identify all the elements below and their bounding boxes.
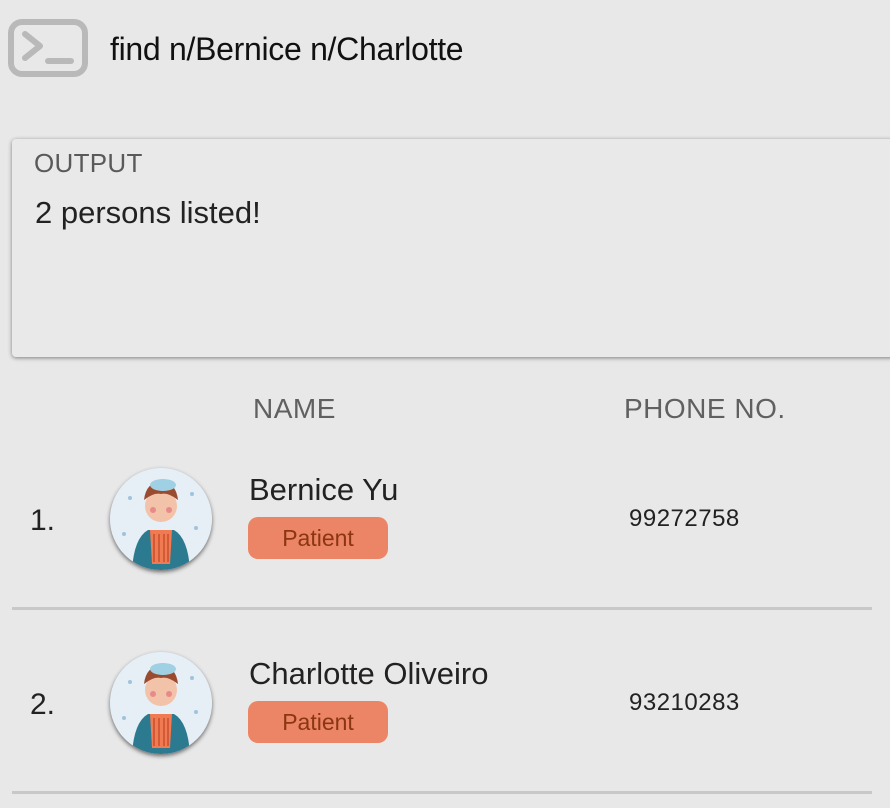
patient-tag: Patient bbox=[248, 701, 388, 743]
avatar bbox=[110, 468, 212, 570]
phone-column-header: PHONE NO. bbox=[624, 393, 786, 424]
patient-tag: Patient bbox=[248, 517, 388, 559]
row-index: 1. bbox=[30, 504, 56, 537]
output-panel: OUTPUT 2 persons listed! bbox=[12, 139, 890, 357]
name-column-header: NAME bbox=[253, 393, 336, 424]
person-phone: 99272758 bbox=[629, 505, 740, 532]
terminal-icon bbox=[8, 19, 88, 77]
person-name: Bernice Yu bbox=[249, 472, 399, 507]
patient-avatar-icon bbox=[110, 468, 212, 570]
person-name: Charlotte Oliveiro bbox=[249, 656, 489, 691]
person-row[interactable]: 2. Charlotte Oliveiro Patient 93210283 bbox=[0, 610, 890, 794]
person-row[interactable]: 1. Bernice Yu Patient 99272758 bbox=[0, 426, 890, 610]
output-message: 2 persons listed! bbox=[35, 195, 261, 230]
command-input[interactable] bbox=[110, 24, 870, 74]
command-bar bbox=[0, 0, 890, 100]
avatar bbox=[110, 652, 212, 754]
row-index: 2. bbox=[30, 688, 56, 721]
output-label: OUTPUT bbox=[34, 148, 143, 178]
person-phone: 93210283 bbox=[629, 689, 740, 716]
patient-avatar-icon bbox=[110, 652, 212, 754]
row-divider bbox=[12, 791, 872, 794]
